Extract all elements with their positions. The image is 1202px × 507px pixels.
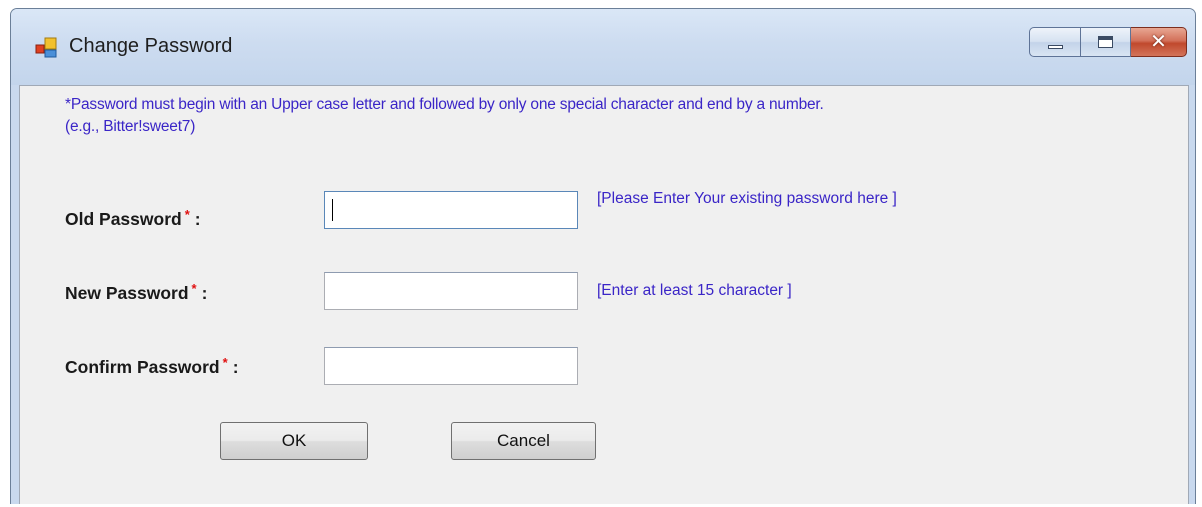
- new-password-label-text: New Password: [65, 283, 189, 303]
- dialog-client-area: *Password must begin with an Upper case …: [19, 85, 1189, 504]
- ok-button[interactable]: OK: [220, 422, 368, 460]
- change-password-window: Change Password ✕ *Password must begin w…: [10, 8, 1196, 504]
- window-title: Change Password: [69, 35, 233, 57]
- new-password-note: [Enter at least 15 character ]: [597, 282, 792, 299]
- caption-buttons: ✕: [1029, 27, 1187, 57]
- old-password-note: [Please Enter Your existing password her…: [597, 190, 897, 207]
- required-marker: *: [184, 207, 190, 222]
- hint-line-2: (e.g., Bitter!sweet7): [65, 118, 196, 135]
- required-marker: *: [191, 281, 197, 296]
- text-caret: [332, 199, 333, 221]
- required-marker: *: [222, 355, 228, 370]
- old-password-input[interactable]: [324, 191, 578, 229]
- title-bar[interactable]: Change Password ✕: [11, 9, 1195, 85]
- label-colon: :: [194, 209, 201, 229]
- app-form-icon: [35, 37, 57, 58]
- new-password-label: New Password *:: [65, 281, 207, 304]
- confirm-password-label-text: Confirm Password: [65, 357, 220, 377]
- minimize-icon: [1048, 45, 1063, 49]
- close-button[interactable]: ✕: [1131, 27, 1187, 57]
- label-colon: :: [201, 283, 208, 303]
- maximize-icon: [1098, 36, 1113, 48]
- close-icon: ✕: [1150, 31, 1167, 53]
- password-rules-hint: *Password must begin with an Upper case …: [65, 94, 824, 138]
- old-password-label: Old Password *:: [65, 207, 201, 230]
- old-password-label-text: Old Password: [65, 209, 182, 229]
- label-colon: :: [232, 357, 239, 377]
- hint-line-1: *Password must begin with an Upper case …: [65, 96, 824, 113]
- confirm-password-label: Confirm Password *:: [65, 355, 239, 378]
- maximize-button[interactable]: [1081, 27, 1131, 57]
- confirm-password-input[interactable]: [324, 347, 578, 385]
- minimize-button[interactable]: [1029, 27, 1081, 57]
- new-password-input[interactable]: [324, 272, 578, 310]
- cancel-button[interactable]: Cancel: [451, 422, 596, 460]
